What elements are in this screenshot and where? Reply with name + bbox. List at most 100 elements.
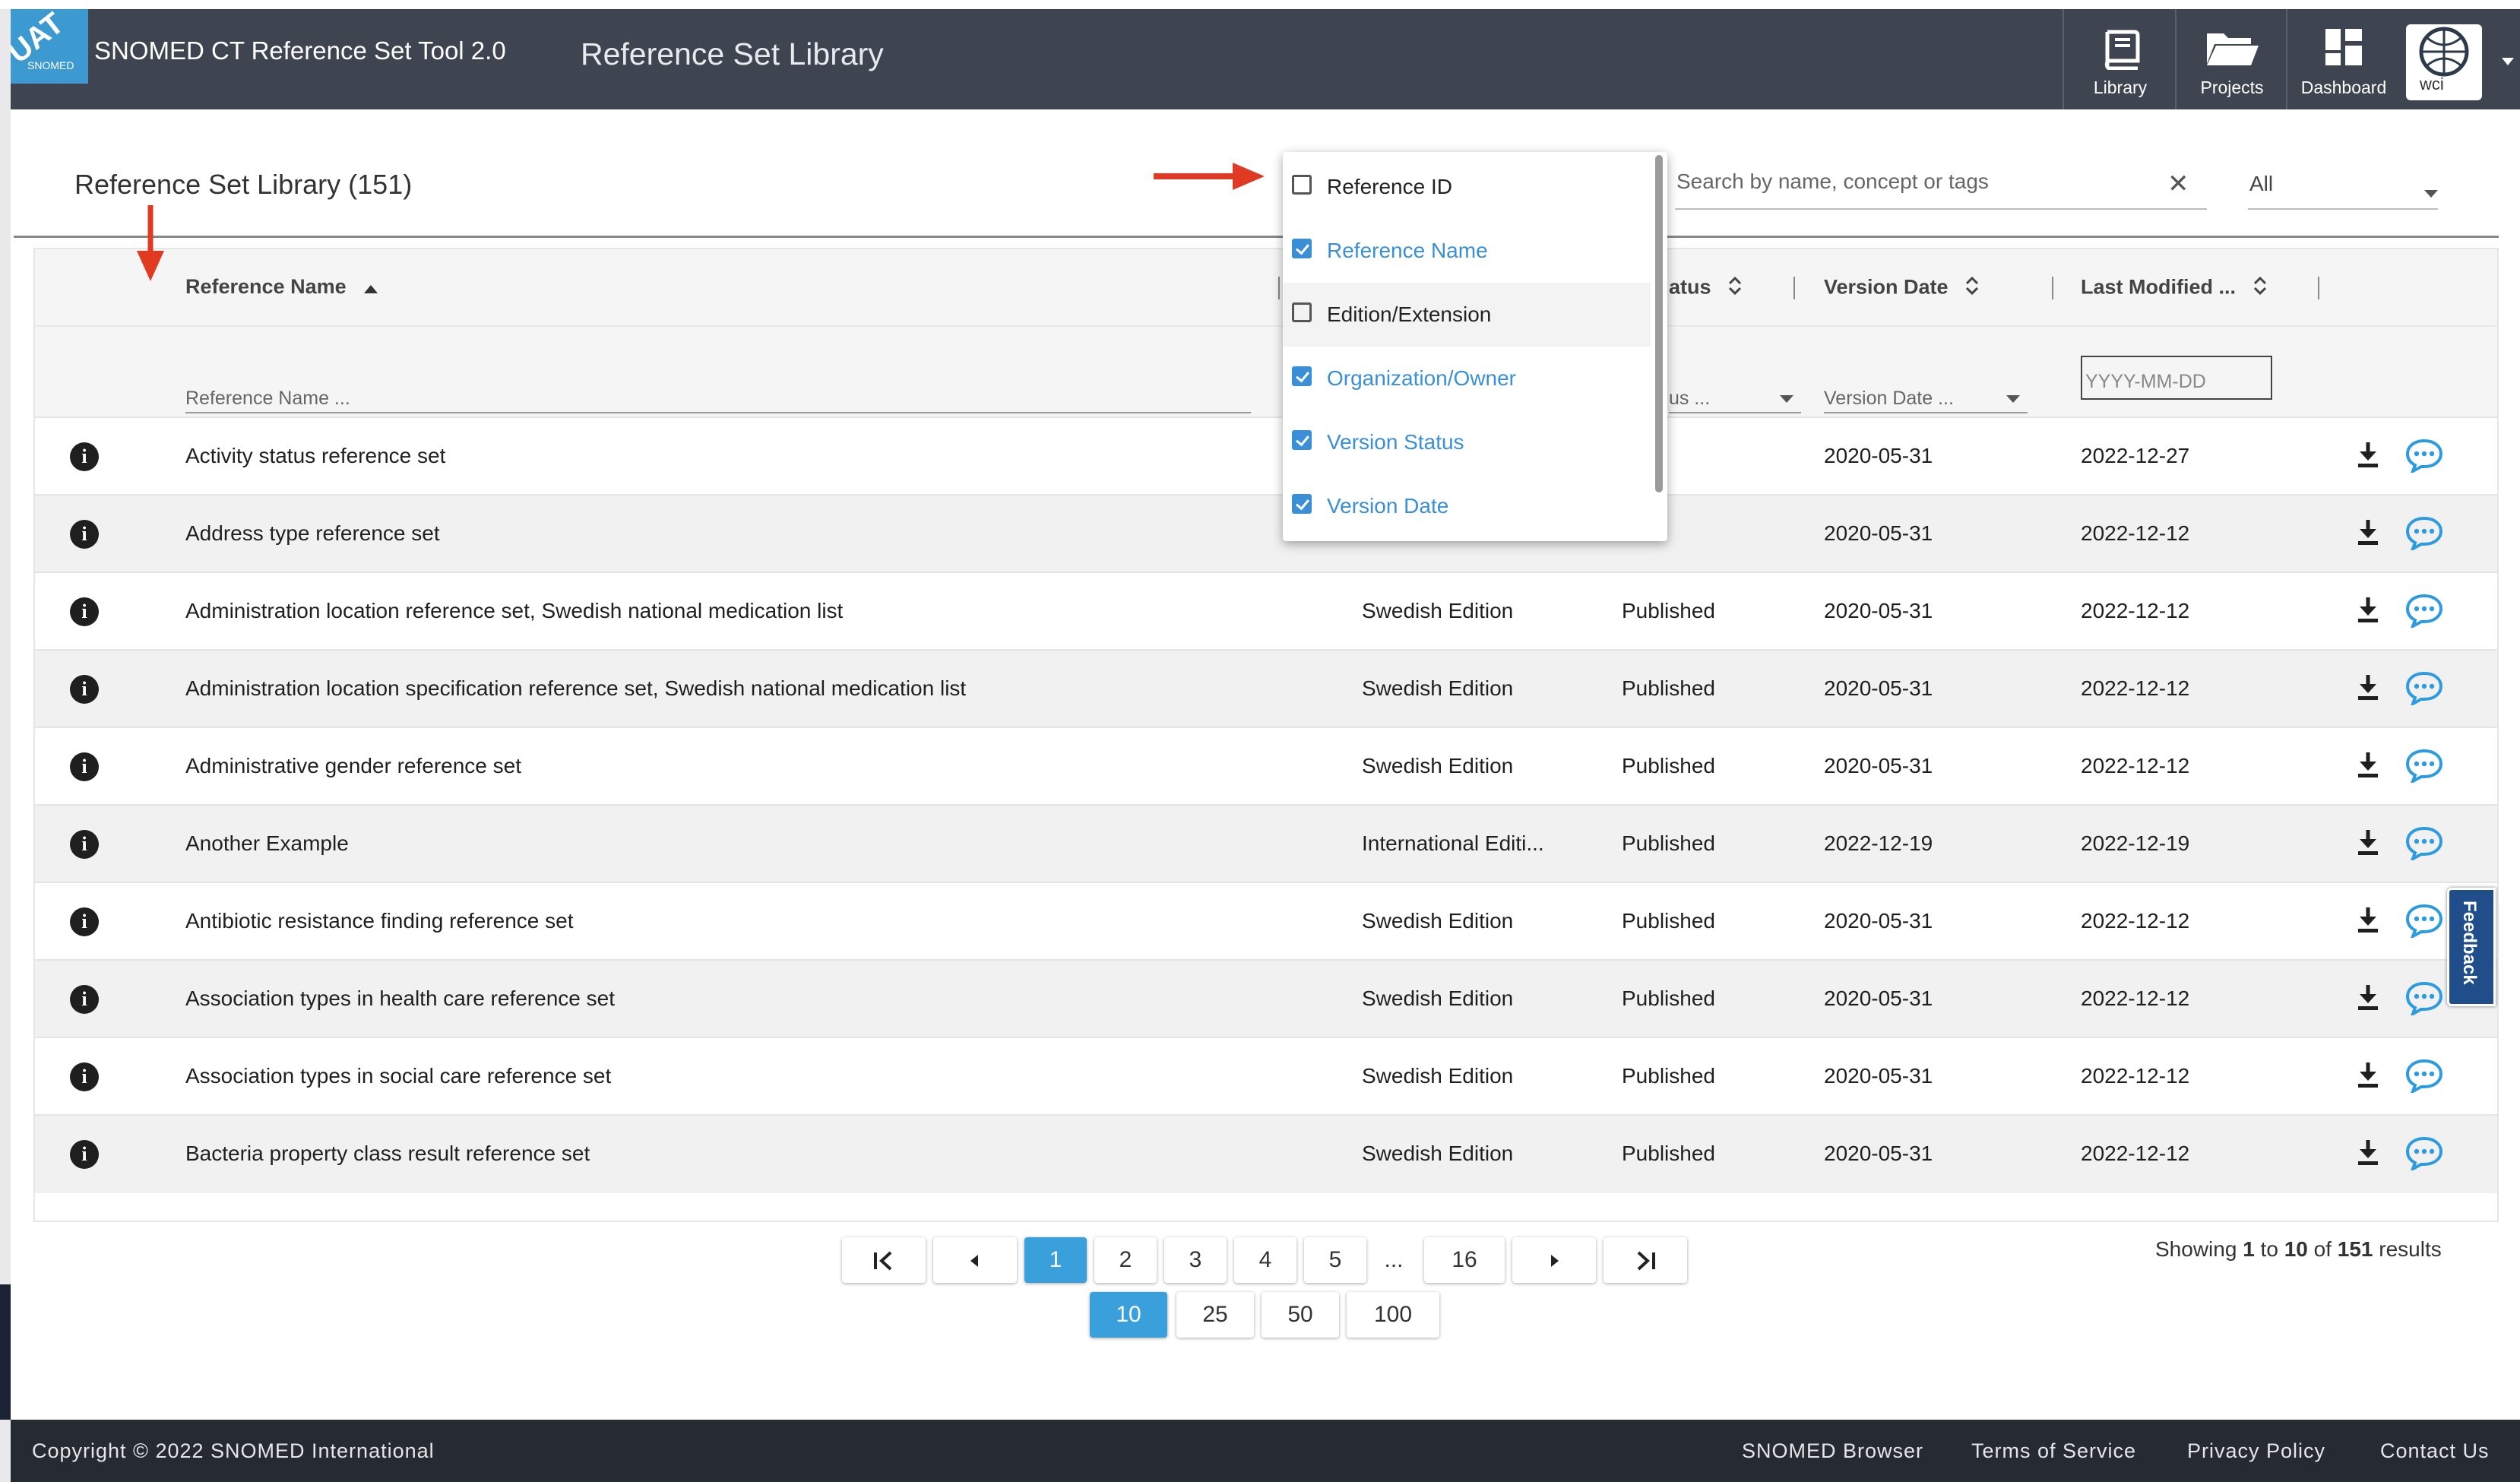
page-button[interactable]: 4 [1234,1237,1296,1283]
first-page-button[interactable] [842,1237,926,1283]
download-icon[interactable] [2356,596,2380,627]
last-page-button[interactable] [1603,1237,1687,1283]
cell-version-status: Published [1622,754,1715,777]
table-row[interactable]: i Activity status reference set 2020-05-31… [35,416,2497,496]
table-row[interactable]: i Association types in social care refere… [35,1037,2497,1116]
comment-icon[interactable] [2404,1058,2444,1097]
prev-page-button[interactable] [933,1237,1017,1283]
footer-link-contact[interactable]: Contact Us [2380,1439,2490,1463]
page-button[interactable]: 16 [1424,1237,1505,1283]
comment-icon[interactable] [2404,1135,2444,1174]
feedback-label: Feedback [2459,901,2480,985]
comment-icon[interactable] [2404,903,2444,942]
checkbox[interactable] [1292,239,1312,258]
download-icon[interactable] [2356,518,2380,549]
checkbox[interactable] [1292,494,1312,514]
table-row[interactable]: i Address type reference set 2020-05-31 202… [35,494,2497,573]
table-row[interactable]: i Bacteria property class result referenc… [35,1114,2497,1193]
column-option[interactable]: Version Date [1283,474,1651,538]
checkbox[interactable] [1292,366,1312,386]
info-icon[interactable]: i [70,520,99,549]
chevron-down-icon [2424,190,2438,198]
header-version-date[interactable]: Version Date [1824,275,1980,302]
info-icon[interactable]: i [70,675,99,704]
next-page-button[interactable] [1512,1237,1596,1283]
nav-dashboard-button[interactable]: Dashboard [2286,9,2400,109]
column-option[interactable]: Organization/Owner [1283,347,1651,410]
footer-link-snomed-browser[interactable]: SNOMED Browser [1742,1439,1923,1463]
info-icon[interactable]: i [70,752,99,781]
filter-version-date[interactable]: Version Date ... [1824,372,2028,413]
comment-icon[interactable] [2404,593,2444,632]
sort-icon[interactable] [1964,275,1980,302]
menu-scrollbar[interactable] [1655,155,1663,492]
info-icon[interactable]: i [70,1062,99,1091]
download-icon[interactable] [2356,1061,2380,1092]
page-button[interactable]: 1 [1024,1237,1087,1283]
cell-version-date: 2020-05-31 [1824,676,1933,700]
download-icon[interactable] [2356,828,2380,860]
search-input[interactable] [1675,169,2149,195]
page-button[interactable]: 3 [1164,1237,1227,1283]
comment-icon[interactable] [2404,980,2444,1019]
info-icon[interactable]: i [70,985,99,1014]
column-option[interactable]: Version Status [1283,410,1651,474]
table-row[interactable]: i Administration location specification r… [35,649,2497,728]
download-icon[interactable] [2356,1138,2380,1170]
filter-last-modified-input[interactable]: YYYY-MM-DD [2081,356,2272,400]
header-version-status[interactable]: atus [1669,275,1743,302]
page-size-button[interactable]: 50 [1262,1292,1339,1338]
table-row[interactable]: i Administrative gender reference set Swed… [35,727,2497,806]
comment-icon[interactable] [2404,515,2444,554]
header-last-modified[interactable]: Last Modified ... [2081,275,2268,302]
page-size-button[interactable]: 10 [1090,1292,1167,1338]
download-icon[interactable] [2356,751,2380,782]
comment-icon[interactable] [2404,825,2444,864]
table-row[interactable]: i Administration location reference set, … [35,572,2497,651]
filter-version-status[interactable]: us ... [1669,372,1801,413]
comment-icon[interactable] [2404,748,2444,787]
info-icon[interactable]: i [70,907,99,936]
checkbox[interactable] [1292,175,1312,195]
page-size-button[interactable]: 25 [1176,1292,1254,1338]
download-icon[interactable] [2356,673,2380,705]
download-icon[interactable] [2356,983,2380,1015]
page-button[interactable]: 2 [1094,1237,1157,1283]
info-icon[interactable]: i [70,1140,99,1169]
clear-search-icon[interactable]: ✕ [2167,169,2189,199]
info-icon[interactable]: i [70,442,99,471]
download-icon[interactable] [2356,906,2380,937]
feedback-tab[interactable]: Feedback [2447,888,2496,1006]
scope-select[interactable]: All [2248,160,2438,210]
nav-dashboard-label: Dashboard [2300,78,2387,97]
nav-projects-button[interactable]: Projects [2175,9,2287,109]
info-icon[interactable]: i [70,830,99,859]
filter-reference-name[interactable]: Reference Name ... [185,372,1251,413]
app-title[interactable]: SNOMED CT Reference Set Tool 2.0 [94,36,506,65]
column-option[interactable]: Edition/Extension [1283,283,1651,347]
comment-icon[interactable] [2404,438,2444,477]
info-icon[interactable]: i [70,597,99,626]
column-option[interactable]: Reference Name [1283,219,1651,283]
checkbox[interactable] [1292,430,1312,450]
search-field[interactable] [1675,160,2207,210]
checkbox[interactable] [1292,302,1312,322]
header-reference-name[interactable]: Reference Name [185,275,379,299]
footer-link-terms[interactable]: Terms of Service [1971,1439,2136,1463]
user-avatar[interactable]: wci [2406,24,2482,100]
column-option[interactable]: Reference ID [1283,155,1651,219]
page-button[interactable]: 5 [1304,1237,1366,1283]
table-row[interactable]: i Association types in health care refere… [35,959,2497,1038]
nav-library-button[interactable]: Library [2063,9,2177,109]
snomed-logo[interactable]: UAT SNOMED [11,9,88,84]
table-row[interactable]: i Antibiotic resistance finding reference… [35,882,2497,961]
sort-icon[interactable] [2252,275,2268,302]
sort-icon[interactable] [1727,275,1743,302]
comment-icon[interactable] [2404,670,2444,709]
download-icon[interactable] [2356,441,2380,472]
user-menu-caret[interactable] [2502,58,2514,65]
table-row[interactable]: i Another Example International Editi... Pu… [35,804,2497,883]
sort-asc-icon[interactable] [362,276,379,299]
page-size-button[interactable]: 100 [1347,1292,1439,1338]
footer-link-privacy[interactable]: Privacy Policy [2187,1439,2325,1463]
